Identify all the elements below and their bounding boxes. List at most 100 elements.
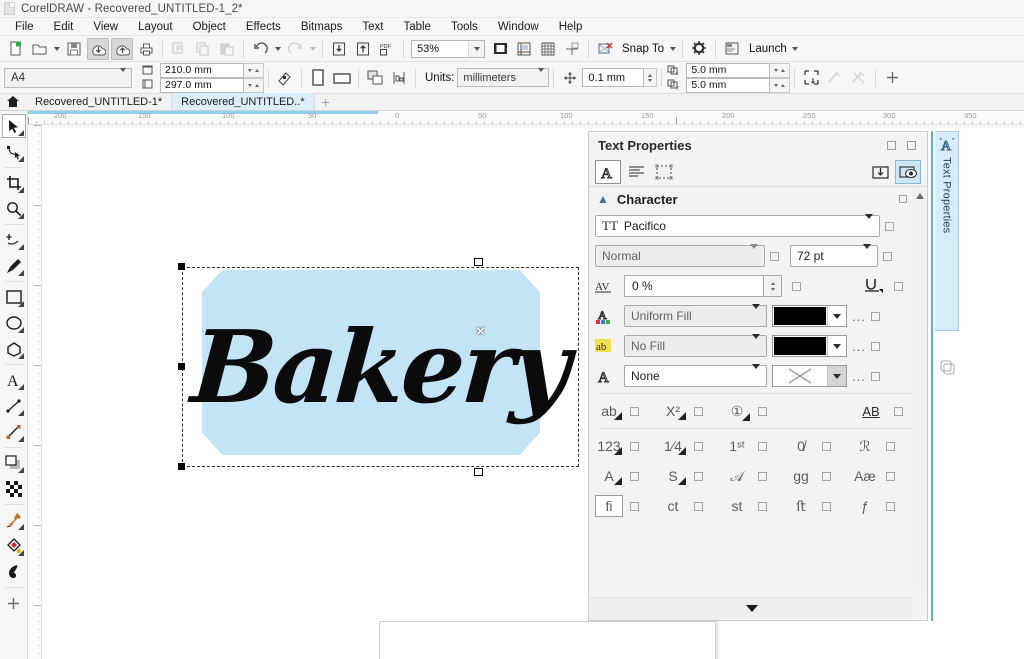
background-checkbox[interactable] (871, 342, 880, 351)
add-tool-button[interactable] (2, 591, 26, 615)
snap-to-icon[interactable] (594, 38, 616, 60)
rectangle-tool[interactable] (2, 285, 26, 309)
outline-more-button[interactable]: ... (852, 369, 866, 384)
redo-icon[interactable] (284, 38, 306, 60)
font-family-combo[interactable]: T⁠T Pacifico (595, 215, 880, 237)
fill-more-button[interactable]: ... (852, 309, 866, 324)
import-icon[interactable] (87, 38, 109, 60)
fill-checkbox[interactable] (871, 312, 880, 321)
outline-color-dropdown-icon[interactable] (827, 366, 846, 386)
parallel-dimension-tool[interactable] (2, 394, 26, 418)
ot-titling-alternates-button[interactable]: 𝒜 (723, 468, 751, 485)
ot-discretionary-ligatures-checkbox[interactable] (758, 502, 767, 511)
ot-historical-ligatures-checkbox[interactable] (822, 502, 831, 511)
nudge-distance-spinner[interactable] (644, 68, 657, 87)
export-file-icon[interactable] (352, 38, 374, 60)
artistic-media-tool[interactable] (2, 254, 26, 278)
ot-standard-ligatures-button[interactable]: fi (595, 495, 623, 517)
pick-tool[interactable] (2, 114, 26, 138)
docker-scroll-up-icon[interactable] (913, 189, 926, 202)
home-icon[interactable] (0, 93, 26, 110)
page-border-icon[interactable] (388, 67, 410, 89)
background-fill-combo[interactable]: No Fill (624, 335, 767, 357)
fill-color-swatch[interactable] (774, 307, 826, 325)
duplicate-y-value[interactable]: 5.0 mm (686, 78, 770, 93)
straight-line-connector-tool[interactable] (2, 420, 26, 444)
outline-width-dropdown-icon[interactable] (752, 369, 760, 383)
selection-handle-ml[interactable] (178, 363, 185, 370)
document-tab-1[interactable]: Recovered_UNTITLED-1* (26, 93, 172, 110)
menu-text[interactable]: Text (352, 18, 393, 36)
ot-stylistic-alternates-checkbox[interactable] (630, 472, 639, 481)
ot-ordinals-checkbox[interactable] (758, 442, 767, 451)
edit-bleed-icon[interactable] (800, 67, 822, 89)
menu-window[interactable]: Window (488, 18, 549, 36)
import-text-button[interactable] (867, 160, 893, 184)
font-family-dropdown-icon[interactable] (865, 219, 873, 233)
character-section-checkbox[interactable] (899, 195, 907, 203)
zoom-dropdown-icon[interactable] (468, 41, 484, 57)
drop-shadow-tool[interactable] (2, 451, 26, 475)
ot-swashes-button[interactable]: ℛ (851, 438, 879, 455)
duplicate-y-spinner[interactable] (770, 78, 790, 93)
ot-stylistic-sets-checkbox[interactable] (694, 472, 703, 481)
ot-historical-ligatures-button[interactable]: ﬅ (787, 498, 815, 515)
ot-fractions-checkbox[interactable] (694, 442, 703, 451)
fill-type-combo[interactable]: Uniform Fill (624, 305, 767, 327)
horizontal-ruler[interactable]: 200 150 100 50 0 50 100 150 200 250 300 … (28, 111, 1024, 125)
snap-to-label[interactable]: Snap To (617, 43, 667, 55)
vertical-ruler[interactable] (28, 125, 42, 659)
open-document-icon[interactable] (28, 38, 50, 60)
outline-no-color-icon[interactable] (774, 367, 826, 385)
font-family-checkbox[interactable] (885, 222, 894, 231)
ellipse-tool[interactable] (2, 311, 26, 335)
ot-slashed-zero-checkbox[interactable] (822, 442, 831, 451)
zoom-tool[interactable] (2, 197, 26, 221)
export-icon[interactable] (111, 38, 133, 60)
add-document-tab-icon[interactable]: + (315, 94, 337, 110)
import-file-icon[interactable] (328, 38, 350, 60)
character-tab[interactable]: A (595, 160, 621, 184)
export-pdf-icon[interactable]: PDF (376, 38, 398, 60)
new-document-icon[interactable] (4, 38, 26, 60)
units-dropdown-icon[interactable] (538, 72, 544, 84)
selection-handle-bm[interactable] (474, 468, 483, 476)
text-tool[interactable]: A (2, 368, 26, 392)
menu-table[interactable]: Table (393, 18, 441, 36)
view-guidelines-icon[interactable] (561, 38, 583, 60)
ot-swashes-checkbox[interactable] (886, 442, 895, 451)
frame-tab[interactable] (651, 160, 677, 184)
menu-tools[interactable]: Tools (441, 18, 488, 36)
preview-toggle-button[interactable] (895, 160, 921, 184)
background-fill-dropdown-icon[interactable] (752, 339, 760, 353)
page-height-row[interactable]: 297.0 mm (160, 78, 264, 93)
zoom-level-combo[interactable]: 53% (411, 40, 485, 58)
ot-slashed-zero-button[interactable]: 0̸ (787, 438, 815, 454)
chevron-up-icon[interactable]: ▲ (597, 192, 609, 206)
font-style-combo[interactable]: Normal (595, 245, 765, 267)
color-eyedropper-tool[interactable] (2, 508, 26, 532)
options-gear-icon[interactable] (688, 38, 710, 60)
underline-style-checkbox[interactable] (894, 407, 903, 416)
units-combo[interactable]: millimeters (457, 68, 549, 87)
selection-handle-bl[interactable] (178, 463, 185, 470)
launch-icon[interactable] (721, 38, 743, 60)
underline-checkbox[interactable] (894, 282, 903, 291)
menu-help[interactable]: Help (549, 18, 593, 36)
page-layout-icon[interactable] (364, 67, 386, 89)
ot-numerals-checkbox[interactable] (630, 442, 639, 451)
save-icon[interactable] (63, 38, 85, 60)
character-section-header[interactable]: ▲﻿ Character (589, 187, 927, 211)
duplicate-x-value[interactable]: 5.0 mm (686, 63, 770, 78)
ot-tail-alternates-button[interactable]: ƒ (851, 498, 879, 514)
landscape-orientation-icon[interactable] (331, 67, 353, 89)
cut-icon[interactable] (168, 38, 190, 60)
ot-contextual-alternates-checkbox[interactable] (886, 472, 895, 481)
ot-discretionary-ligatures-button[interactable]: st (723, 498, 751, 514)
paste-icon[interactable] (216, 38, 238, 60)
ot-titling-alternates-checkbox[interactable] (758, 472, 767, 481)
transparency-tool[interactable] (2, 477, 26, 501)
font-size-combo[interactable]: 72 pt (790, 245, 878, 267)
page-width-spinner[interactable] (244, 63, 264, 78)
nudge-distance-value[interactable]: 0.1 mm (582, 68, 644, 87)
